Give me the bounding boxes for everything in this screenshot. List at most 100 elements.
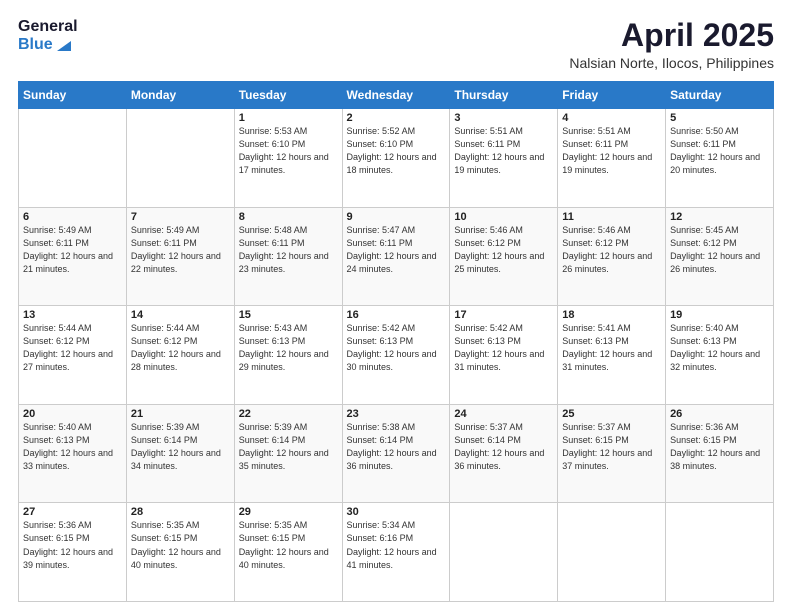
- day-info: Sunrise: 5:47 AM Sunset: 6:11 PM Dayligh…: [347, 224, 446, 276]
- week-row-4: 20Sunrise: 5:40 AM Sunset: 6:13 PM Dayli…: [19, 404, 774, 503]
- calendar-cell: 28Sunrise: 5:35 AM Sunset: 6:15 PM Dayli…: [126, 503, 234, 602]
- calendar-cell: 11Sunrise: 5:46 AM Sunset: 6:12 PM Dayli…: [558, 207, 666, 306]
- day-info: Sunrise: 5:43 AM Sunset: 6:13 PM Dayligh…: [239, 322, 338, 374]
- day-info: Sunrise: 5:52 AM Sunset: 6:10 PM Dayligh…: [347, 125, 446, 177]
- day-number: 27: [23, 506, 122, 518]
- header: General Blue April 2025 Nalsian Norte, I…: [18, 18, 774, 71]
- header-friday: Friday: [558, 82, 666, 109]
- day-info: Sunrise: 5:40 AM Sunset: 6:13 PM Dayligh…: [670, 322, 769, 374]
- day-number: 2: [347, 112, 446, 124]
- calendar-cell: 13Sunrise: 5:44 AM Sunset: 6:12 PM Dayli…: [19, 306, 127, 405]
- day-info: Sunrise: 5:36 AM Sunset: 6:15 PM Dayligh…: [23, 519, 122, 571]
- day-info: Sunrise: 5:39 AM Sunset: 6:14 PM Dayligh…: [131, 421, 230, 473]
- day-info: Sunrise: 5:36 AM Sunset: 6:15 PM Dayligh…: [670, 421, 769, 473]
- calendar-cell: 2Sunrise: 5:52 AM Sunset: 6:10 PM Daylig…: [342, 109, 450, 208]
- day-info: Sunrise: 5:53 AM Sunset: 6:10 PM Dayligh…: [239, 125, 338, 177]
- week-row-5: 27Sunrise: 5:36 AM Sunset: 6:15 PM Dayli…: [19, 503, 774, 602]
- calendar-cell: 8Sunrise: 5:48 AM Sunset: 6:11 PM Daylig…: [234, 207, 342, 306]
- calendar-cell: 10Sunrise: 5:46 AM Sunset: 6:12 PM Dayli…: [450, 207, 558, 306]
- header-wednesday: Wednesday: [342, 82, 450, 109]
- day-info: Sunrise: 5:35 AM Sunset: 6:15 PM Dayligh…: [239, 519, 338, 571]
- day-number: 8: [239, 211, 338, 223]
- page: General Blue April 2025 Nalsian Norte, I…: [0, 0, 792, 612]
- calendar-cell: 5Sunrise: 5:50 AM Sunset: 6:11 PM Daylig…: [666, 109, 774, 208]
- day-number: 7: [131, 211, 230, 223]
- calendar-cell: 17Sunrise: 5:42 AM Sunset: 6:13 PM Dayli…: [450, 306, 558, 405]
- header-sunday: Sunday: [19, 82, 127, 109]
- header-saturday: Saturday: [666, 82, 774, 109]
- calendar-cell: 21Sunrise: 5:39 AM Sunset: 6:14 PM Dayli…: [126, 404, 234, 503]
- calendar-cell: [666, 503, 774, 602]
- day-number: 29: [239, 506, 338, 518]
- day-number: 22: [239, 408, 338, 420]
- calendar-cell: 27Sunrise: 5:36 AM Sunset: 6:15 PM Dayli…: [19, 503, 127, 602]
- week-row-1: 1Sunrise: 5:53 AM Sunset: 6:10 PM Daylig…: [19, 109, 774, 208]
- calendar-cell: 9Sunrise: 5:47 AM Sunset: 6:11 PM Daylig…: [342, 207, 450, 306]
- day-info: Sunrise: 5:37 AM Sunset: 6:15 PM Dayligh…: [562, 421, 661, 473]
- day-number: 17: [454, 309, 553, 321]
- logo: General Blue: [18, 18, 78, 55]
- day-number: 3: [454, 112, 553, 124]
- calendar-cell: [19, 109, 127, 208]
- calendar-cell: 29Sunrise: 5:35 AM Sunset: 6:15 PM Dayli…: [234, 503, 342, 602]
- day-info: Sunrise: 5:45 AM Sunset: 6:12 PM Dayligh…: [670, 224, 769, 276]
- calendar-header-row: SundayMondayTuesdayWednesdayThursdayFrid…: [19, 82, 774, 109]
- day-number: 9: [347, 211, 446, 223]
- day-info: Sunrise: 5:44 AM Sunset: 6:12 PM Dayligh…: [131, 322, 230, 374]
- day-info: Sunrise: 5:39 AM Sunset: 6:14 PM Dayligh…: [239, 421, 338, 473]
- calendar-cell: [450, 503, 558, 602]
- day-info: Sunrise: 5:40 AM Sunset: 6:13 PM Dayligh…: [23, 421, 122, 473]
- day-number: 26: [670, 408, 769, 420]
- day-info: Sunrise: 5:48 AM Sunset: 6:11 PM Dayligh…: [239, 224, 338, 276]
- day-number: 20: [23, 408, 122, 420]
- calendar-cell: 24Sunrise: 5:37 AM Sunset: 6:14 PM Dayli…: [450, 404, 558, 503]
- day-number: 18: [562, 309, 661, 321]
- calendar-cell: 20Sunrise: 5:40 AM Sunset: 6:13 PM Dayli…: [19, 404, 127, 503]
- logo-general: General: [18, 18, 78, 36]
- title-block: April 2025 Nalsian Norte, Ilocos, Philip…: [569, 18, 774, 71]
- day-info: Sunrise: 5:38 AM Sunset: 6:14 PM Dayligh…: [347, 421, 446, 473]
- logo-blue: Blue: [18, 36, 78, 54]
- month-title: April 2025: [569, 18, 774, 53]
- week-row-3: 13Sunrise: 5:44 AM Sunset: 6:12 PM Dayli…: [19, 306, 774, 405]
- day-info: Sunrise: 5:44 AM Sunset: 6:12 PM Dayligh…: [23, 322, 122, 374]
- day-info: Sunrise: 5:41 AM Sunset: 6:13 PM Dayligh…: [562, 322, 661, 374]
- day-number: 25: [562, 408, 661, 420]
- day-info: Sunrise: 5:49 AM Sunset: 6:11 PM Dayligh…: [131, 224, 230, 276]
- day-info: Sunrise: 5:46 AM Sunset: 6:12 PM Dayligh…: [562, 224, 661, 276]
- calendar-cell: 23Sunrise: 5:38 AM Sunset: 6:14 PM Dayli…: [342, 404, 450, 503]
- header-thursday: Thursday: [450, 82, 558, 109]
- calendar-cell: 30Sunrise: 5:34 AM Sunset: 6:16 PM Dayli…: [342, 503, 450, 602]
- day-number: 19: [670, 309, 769, 321]
- day-number: 15: [239, 309, 338, 321]
- calendar-cell: 6Sunrise: 5:49 AM Sunset: 6:11 PM Daylig…: [19, 207, 127, 306]
- day-number: 11: [562, 211, 661, 223]
- day-number: 13: [23, 309, 122, 321]
- calendar-table: SundayMondayTuesdayWednesdayThursdayFrid…: [18, 81, 774, 602]
- day-number: 5: [670, 112, 769, 124]
- day-info: Sunrise: 5:37 AM Sunset: 6:14 PM Dayligh…: [454, 421, 553, 473]
- day-number: 1: [239, 112, 338, 124]
- day-info: Sunrise: 5:42 AM Sunset: 6:13 PM Dayligh…: [454, 322, 553, 374]
- day-number: 6: [23, 211, 122, 223]
- calendar-cell: 15Sunrise: 5:43 AM Sunset: 6:13 PM Dayli…: [234, 306, 342, 405]
- calendar-cell: 7Sunrise: 5:49 AM Sunset: 6:11 PM Daylig…: [126, 207, 234, 306]
- calendar-cell: 16Sunrise: 5:42 AM Sunset: 6:13 PM Dayli…: [342, 306, 450, 405]
- day-number: 21: [131, 408, 230, 420]
- calendar-cell: 12Sunrise: 5:45 AM Sunset: 6:12 PM Dayli…: [666, 207, 774, 306]
- calendar-cell: 19Sunrise: 5:40 AM Sunset: 6:13 PM Dayli…: [666, 306, 774, 405]
- calendar-cell: 4Sunrise: 5:51 AM Sunset: 6:11 PM Daylig…: [558, 109, 666, 208]
- calendar-cell: 14Sunrise: 5:44 AM Sunset: 6:12 PM Dayli…: [126, 306, 234, 405]
- day-number: 12: [670, 211, 769, 223]
- day-number: 30: [347, 506, 446, 518]
- header-monday: Monday: [126, 82, 234, 109]
- day-info: Sunrise: 5:51 AM Sunset: 6:11 PM Dayligh…: [562, 125, 661, 177]
- calendar-cell: 22Sunrise: 5:39 AM Sunset: 6:14 PM Dayli…: [234, 404, 342, 503]
- day-number: 24: [454, 408, 553, 420]
- calendar-cell: [126, 109, 234, 208]
- day-number: 28: [131, 506, 230, 518]
- day-info: Sunrise: 5:51 AM Sunset: 6:11 PM Dayligh…: [454, 125, 553, 177]
- day-number: 10: [454, 211, 553, 223]
- day-number: 14: [131, 309, 230, 321]
- calendar-cell: [558, 503, 666, 602]
